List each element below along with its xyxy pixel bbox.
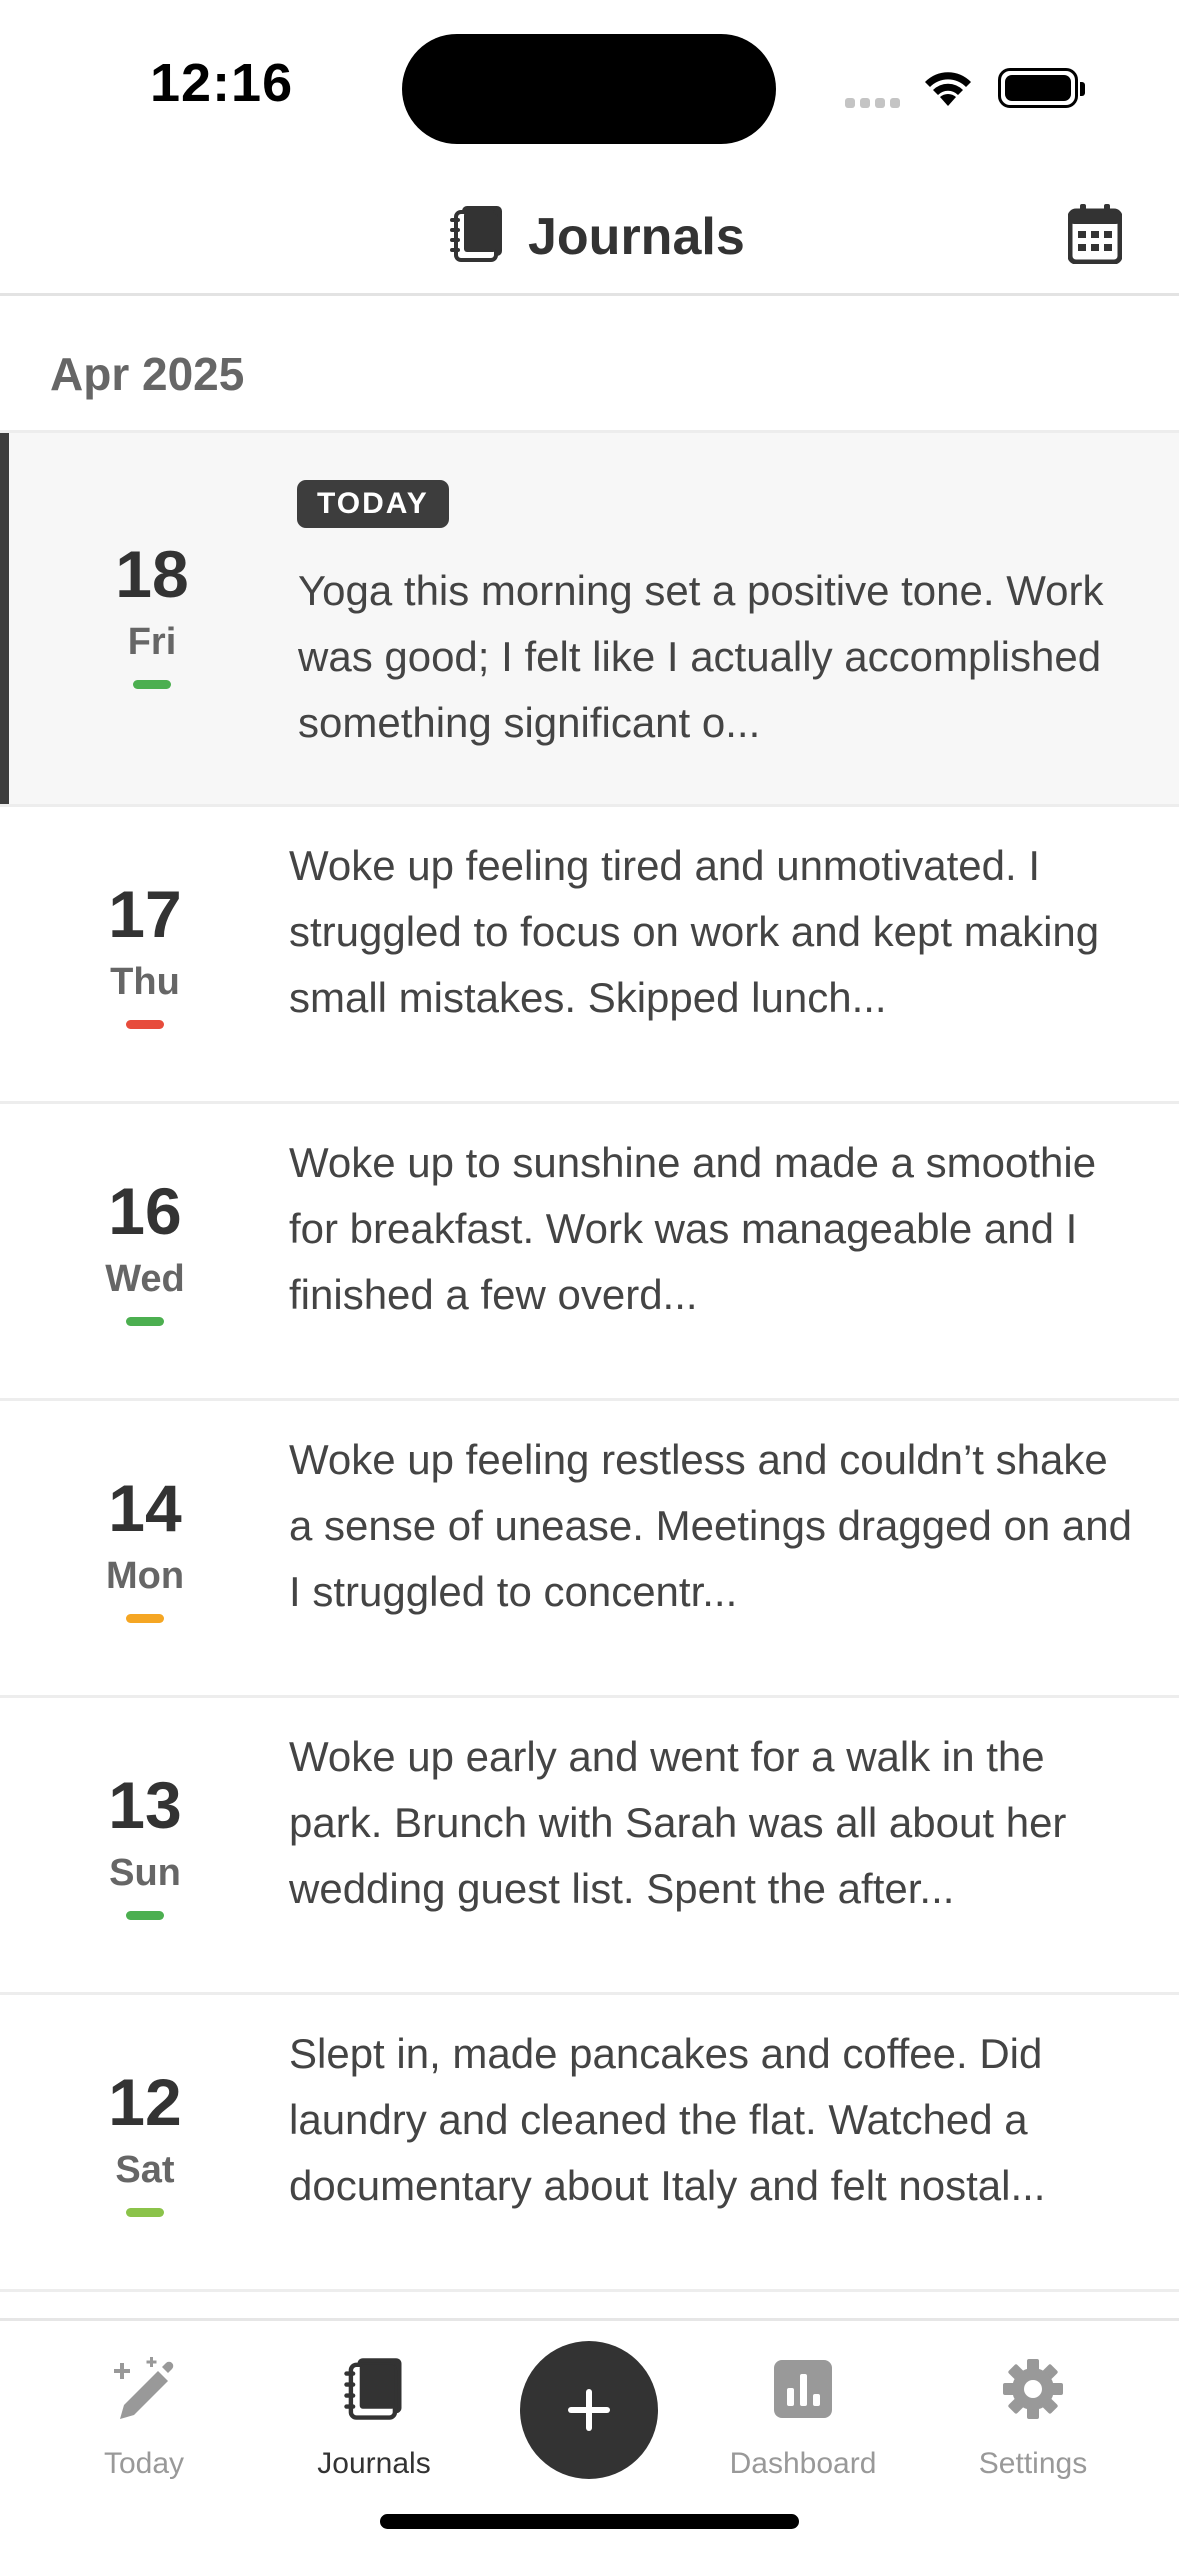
journal-entry[interactable]: 14 Mon Woke up feeling restless and coul… — [0, 1398, 1179, 1695]
mood-indicator — [133, 680, 171, 689]
nav-header: Journals — [0, 170, 1179, 296]
journal-entry[interactable]: 17 Thu Woke up feeling tired and unmotiv… — [0, 804, 1179, 1101]
mood-indicator — [126, 2208, 164, 2217]
mood-indicator — [126, 1911, 164, 1920]
entry-date: 14 Mon — [75, 1475, 215, 1623]
mood-indicator — [126, 1317, 164, 1326]
battery-icon — [998, 68, 1085, 108]
magic-pen-icon — [34, 2351, 254, 2427]
entry-preview-text: Slept in, made pancakes and coffee. Did … — [289, 2030, 1046, 2209]
tab-label: Dashboard — [729, 2447, 877, 2480]
add-entry-button[interactable] — [520, 2341, 658, 2479]
entry-day-number: 14 — [108, 1471, 182, 1545]
entry-day-number: 18 — [115, 537, 189, 611]
mood-indicator — [126, 1614, 164, 1623]
tab-label: Today — [103, 2447, 185, 2480]
entry-weekday: Sat — [115, 2149, 175, 2191]
entry-weekday: Mon — [105, 1555, 185, 1597]
journal-entry-today[interactable]: 18 Fri TODAY Yoga this morning set a pos… — [0, 430, 1179, 804]
entry-day-number: 13 — [108, 1768, 182, 1842]
today-badge: TODAY — [297, 480, 449, 528]
tab-settings[interactable]: Settings — [923, 2351, 1143, 2481]
tab-label: Journals — [317, 2447, 431, 2480]
tab-label: Settings — [978, 2447, 1088, 2480]
entry-date: 16 Wed — [75, 1178, 215, 1326]
entry-preview-text: Woke up early and went for a walk in the… — [289, 1733, 1067, 1912]
entry-day-number: 12 — [108, 2065, 182, 2139]
journal-list: 18 Fri TODAY Yoga this morning set a pos… — [0, 430, 1179, 2329]
header-title-group: Journals — [448, 204, 745, 269]
wifi-icon — [920, 66, 976, 113]
calendar-button[interactable] — [1067, 204, 1123, 265]
entry-weekday: Fri — [127, 621, 177, 663]
entry-preview-text: Woke up to sunshine and made a smoothie … — [289, 1139, 1097, 1318]
calendar-icon — [1067, 204, 1123, 265]
tab-journals[interactable]: Journals — [264, 2351, 484, 2481]
mood-indicator — [126, 1020, 164, 1029]
plus-icon — [568, 2389, 610, 2431]
screen: 12:16 Journals Apr 2025 18 Fri TODAY Yog… — [0, 0, 1179, 2556]
entry-date: 13 Sun — [75, 1772, 215, 1920]
entry-date: 12 Sat — [75, 2069, 215, 2217]
bar-chart-icon — [693, 2351, 913, 2427]
journal-entry[interactable]: 16 Wed Woke up to sunshine and made a sm… — [0, 1101, 1179, 1398]
journals-icon — [448, 204, 506, 269]
journals-icon — [264, 2351, 484, 2427]
entry-weekday: Wed — [105, 1258, 185, 1300]
month-section-header: Apr 2025 — [50, 348, 245, 400]
journal-entry[interactable]: 13 Sun Woke up early and went for a walk… — [0, 1695, 1179, 1992]
gear-icon — [923, 2351, 1143, 2427]
status-time: 12:16 — [150, 53, 294, 113]
entry-weekday: Thu — [110, 961, 180, 1003]
tab-dashboard[interactable]: Dashboard — [693, 2351, 913, 2481]
home-indicator — [380, 2514, 799, 2529]
journal-entry[interactable]: 12 Sat Slept in, made pancakes and coffe… — [0, 1992, 1179, 2289]
entry-day-number: 17 — [108, 877, 182, 951]
tab-today[interactable]: Today — [34, 2351, 254, 2481]
entry-date: 17 Thu — [75, 881, 215, 1029]
status-bar: 12:16 — [0, 0, 1179, 170]
dynamic-island — [402, 34, 776, 144]
entry-preview-text: Yoga this morning set a positive tone. W… — [298, 567, 1104, 746]
entry-weekday: Sun — [109, 1852, 181, 1894]
entry-preview-text: Woke up feeling restless and couldn’t sh… — [289, 1436, 1132, 1615]
entry-date: 18 Fri — [82, 541, 222, 689]
entry-preview-text: Woke up feeling tired and unmotivated. I… — [289, 842, 1100, 1021]
page-title: Journals — [528, 207, 745, 266]
entry-day-number: 16 — [108, 1174, 182, 1248]
cellular-signal-icon — [845, 95, 905, 113]
